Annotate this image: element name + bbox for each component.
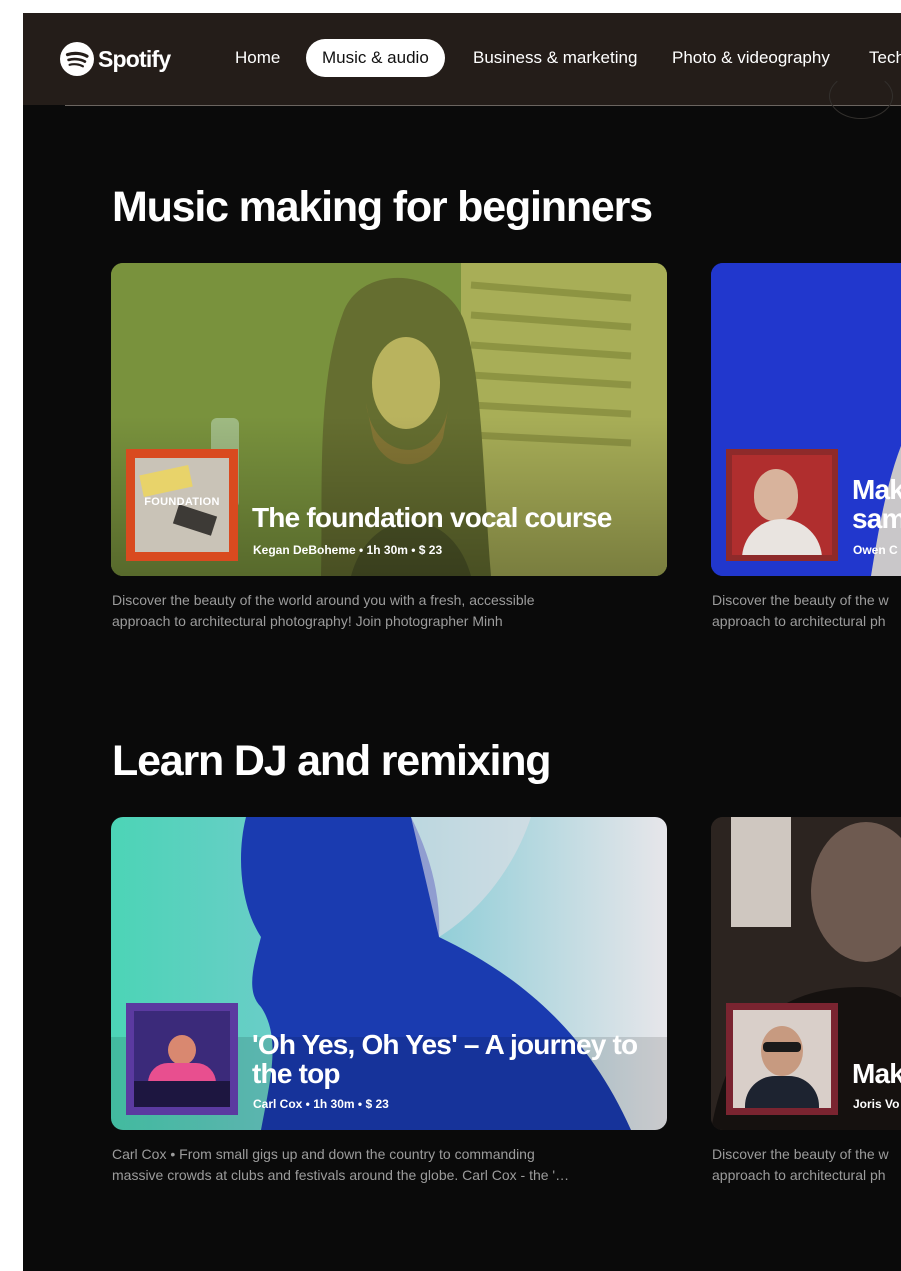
course-title-line: sam	[852, 503, 901, 534]
thumbnail-shirt	[742, 519, 822, 555]
course-description: Discover the beauty of the w approach to…	[712, 1144, 901, 1186]
section-title-dj-remixing: Learn DJ and remixing	[112, 737, 552, 785]
course-thumbnail: FOUNDATION	[126, 449, 238, 561]
course-title-line: the top	[252, 1058, 341, 1089]
course-description: Discover the beauty of the w approach to…	[712, 590, 901, 632]
course-description-line: Discover the beauty of the w	[712, 592, 889, 608]
course-description: Carl Cox • From small gigs up and down t…	[112, 1144, 668, 1186]
course-title-line: Mak	[852, 474, 901, 505]
course-description-line: Carl Cox • From small gigs up and down t…	[112, 1146, 535, 1162]
course-card-partial[interactable]: Mak Joris Vo	[711, 817, 901, 1130]
thumbnail-shape	[172, 504, 218, 536]
course-title: Mak sam	[852, 475, 901, 533]
nav-tech[interactable]: Tech	[853, 39, 901, 77]
brand-name: Spotify	[98, 45, 171, 72]
nav-business-marketing[interactable]: Business & marketing	[457, 39, 653, 77]
course-title-line: The foundation vocal course	[252, 502, 612, 533]
course-description: Discover the beauty of the world around …	[112, 590, 668, 632]
thumbnail-label: FOUNDATION	[144, 496, 220, 508]
course-description-line: Discover the beauty of the world around …	[112, 592, 535, 608]
nav-music-audio[interactable]: Music & audio	[306, 39, 445, 77]
course-thumbnail	[726, 1003, 838, 1115]
course-title: Mak	[852, 1059, 901, 1088]
course-meta: Carl Cox • 1h 30m • $ 23	[253, 1097, 389, 1111]
course-thumbnail	[726, 449, 838, 561]
course-meta: Owen C	[853, 543, 898, 557]
course-description-line: Discover the beauty of the w	[712, 1146, 889, 1162]
thumbnail-art	[732, 455, 832, 555]
spotify-icon	[60, 42, 94, 76]
thumbnail-decks	[134, 1081, 230, 1107]
section-title-music-making: Music making for beginners	[112, 183, 653, 231]
course-title-line: Mak	[852, 1058, 901, 1089]
thumbnail-shape	[139, 465, 193, 497]
thumbnail-art	[134, 1011, 230, 1107]
thumbnail-face	[168, 1035, 196, 1065]
course-card-foundation-vocal[interactable]: FOUNDATION The foundation vocal course K…	[111, 263, 667, 576]
top-navigation-bar: Spotify Home Music & audio Business & ma…	[23, 13, 901, 105]
thumbnail-art	[733, 1010, 831, 1108]
course-meta: Kegan DeBoheme • 1h 30m • $ 23	[253, 543, 443, 557]
page-frame: Spotify Home Music & audio Business & ma…	[23, 13, 901, 1271]
course-title: The foundation vocal course	[252, 503, 612, 532]
course-description-line: massive crowds at clubs and festivals ar…	[112, 1167, 570, 1183]
header-divider	[65, 105, 901, 106]
course-card-carl-cox[interactable]: 'Oh Yes, Oh Yes' – A journey to the top …	[111, 817, 667, 1130]
thumbnail-shirt	[745, 1076, 819, 1108]
course-description-line: approach to architectural ph	[712, 1167, 886, 1183]
thumbnail-sunglasses	[763, 1042, 801, 1052]
thumbnail-art: FOUNDATION	[135, 458, 229, 552]
thumbnail-face	[754, 469, 798, 521]
course-title-line: 'Oh Yes, Oh Yes' – A journey to	[252, 1029, 638, 1060]
course-title: 'Oh Yes, Oh Yes' – A journey to the top	[252, 1029, 638, 1089]
nav-home[interactable]: Home	[219, 39, 296, 77]
course-description-line: approach to architectural photography! J…	[112, 613, 503, 629]
spotify-logo[interactable]: Spotify	[60, 41, 171, 77]
scroll-button-outline	[829, 73, 893, 119]
course-meta: Joris Vo	[853, 1097, 900, 1111]
course-thumbnail	[126, 1003, 238, 1115]
nav-photo-videography[interactable]: Photo & videography	[656, 39, 846, 77]
course-card-partial[interactable]: Mak sam Owen C	[711, 263, 901, 576]
course-description-line: approach to architectural ph	[712, 613, 886, 629]
